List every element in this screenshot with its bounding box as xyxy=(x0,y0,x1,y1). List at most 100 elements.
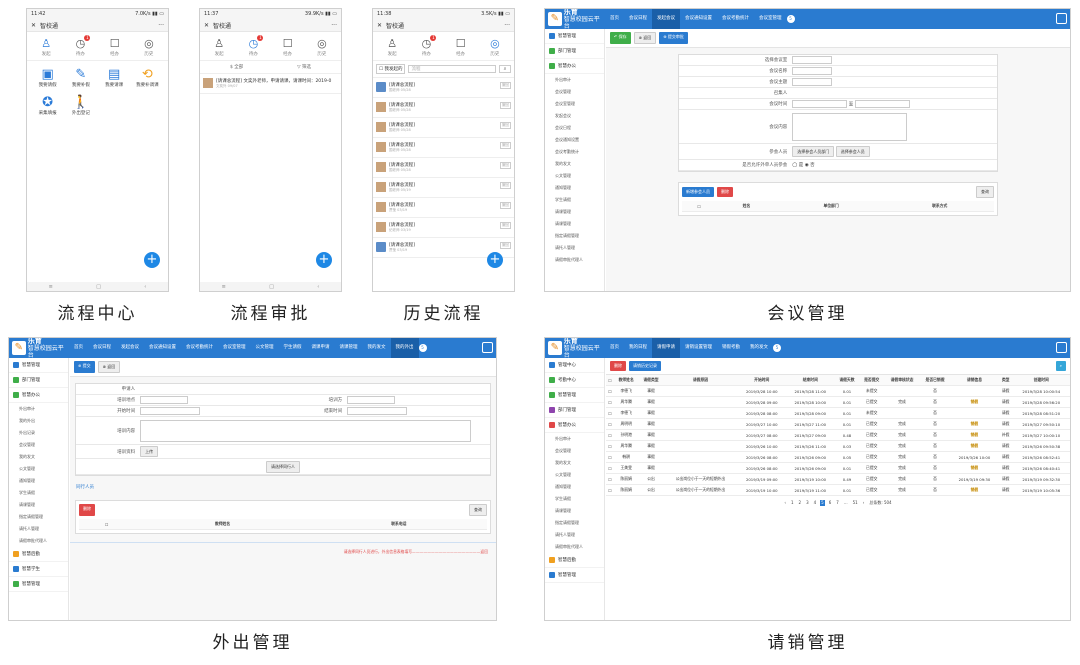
row-checkbox[interactable]: ☐ xyxy=(606,473,614,485)
history-item[interactable]: [请课总流程] 国老师 05/19 撤回 xyxy=(373,178,514,198)
page-item[interactable]: 3 xyxy=(805,500,810,506)
menu-icon[interactable] xyxy=(1056,342,1067,353)
nav-item[interactable]: 会议通知设置 xyxy=(144,338,181,358)
close-icon[interactable]: ✕ xyxy=(204,22,209,29)
sidebar-item[interactable]: 通知管理 xyxy=(9,475,68,487)
nav-item[interactable]: 会议通知设置 xyxy=(680,9,717,29)
place-input[interactable] xyxy=(140,396,189,404)
sidebar-item[interactable]: 智慧学生 xyxy=(9,562,68,577)
column-header[interactable]: 创建时间 xyxy=(1012,375,1070,386)
app-outing[interactable]: 🚶 外出登记 xyxy=(64,95,97,116)
withdraw-button[interactable]: 撤回 xyxy=(500,142,511,149)
page-item[interactable]: ‹ xyxy=(783,500,787,506)
column-header[interactable]: 请假天数 xyxy=(834,375,860,386)
search-icon[interactable]: ⌕ xyxy=(1055,361,1066,371)
page-item[interactable]: 2 xyxy=(798,500,803,506)
sidebar-item[interactable]: 智慧管理 xyxy=(9,358,68,373)
menu-icon[interactable]: ≡ xyxy=(49,284,53,290)
sidebar-item[interactable]: 智慧办公 xyxy=(545,59,604,74)
column-header[interactable]: 结束时间 xyxy=(786,375,835,386)
sidebar-item[interactable]: 指定请假管理 xyxy=(545,517,604,529)
menu-icon[interactable] xyxy=(482,342,493,353)
notification-badge[interactable]: 5 xyxy=(773,344,781,352)
sidebar-item[interactable]: 学生请假 xyxy=(9,487,68,499)
start-time-input[interactable] xyxy=(792,100,848,108)
menu-icon[interactable] xyxy=(1056,13,1067,24)
sidebar-item[interactable]: 智慧办公 xyxy=(9,388,68,403)
table-row[interactable]: ☐ 韩耕 事假 2019/3/26 08:00 2019/3/26 09:00 0.05 已… xyxy=(606,451,1070,463)
more-icon[interactable]: ··· xyxy=(331,22,337,29)
content-textarea[interactable] xyxy=(140,419,471,442)
tab-fellow[interactable]: 同行人员 xyxy=(70,482,496,492)
row-checkbox[interactable]: ☐ xyxy=(606,451,614,463)
back-button[interactable]: ⊗ 返回 xyxy=(97,361,121,373)
select-all-checkbox[interactable]: ☐ xyxy=(606,375,614,386)
approval-item[interactable]: [请课总流程] 文奕外老师，申请请课，请课时间：2019-0 文奕外 09/07 xyxy=(200,74,341,94)
sidebar-item[interactable]: 会议日程 xyxy=(545,122,604,134)
sidebar-item[interactable]: 我的发文 xyxy=(545,457,604,469)
table-row[interactable]: ☐ 周明明 事假 2019/3/27 10:00 2019/3/27 11:00 0.01… xyxy=(606,418,1070,430)
table-row[interactable]: ☐ 李德飞 事假 2019/3/28 10:00 2019/3/28 11:00 0.01… xyxy=(606,385,1070,397)
trainer-input[interactable] xyxy=(347,396,396,404)
page-item[interactable]: 6 xyxy=(828,500,833,506)
radio-no[interactable]: ◉ 否 xyxy=(805,163,815,168)
clear-history-button[interactable]: 请销历史记录 xyxy=(629,361,661,371)
page-item[interactable]: 51 xyxy=(852,500,859,506)
nav-item[interactable]: 会议考勤统计 xyxy=(181,338,218,358)
history-item[interactable]: [请课总流程] 国老师 05/28 撤回 xyxy=(373,138,514,158)
history-item[interactable]: [请课总流程] 国老师 05/28 撤回 xyxy=(373,98,514,118)
radio-yes[interactable]: ◯ 是 xyxy=(792,163,803,168)
history-item[interactable]: [请课总流程] 国老师 05/28 撤回 xyxy=(373,158,514,178)
tab-history[interactable]: ◎ 历史 xyxy=(142,37,156,57)
sidebar-item[interactable]: 会议室管理 xyxy=(545,98,604,110)
app-leave[interactable]: ▣ 我要请假 xyxy=(31,67,64,88)
sidebar-item[interactable]: 部门管理 xyxy=(545,44,604,59)
tab-todo[interactable]: ◷ 1 待办 xyxy=(246,35,264,57)
nav-item[interactable]: 会议日程 xyxy=(624,9,652,29)
more-icon[interactable]: ··· xyxy=(504,22,510,29)
table-row[interactable]: ☐ 陈丽娟 公出 公出岗位小于一天的短期外出 2019/3/19 09:00 2019/3… xyxy=(606,473,1070,485)
sidebar-item[interactable]: 学生请假 xyxy=(545,493,604,505)
sidebar-item[interactable]: 通知管理 xyxy=(545,182,604,194)
sidebar-item[interactable]: 请课管理 xyxy=(9,499,68,511)
withdraw-button[interactable]: 撤回 xyxy=(500,242,511,249)
back-button[interactable]: ⊗ 返回 xyxy=(633,32,657,44)
column-header[interactable]: 教师姓名 xyxy=(613,375,639,386)
more-icon[interactable]: ··· xyxy=(158,22,164,29)
row-checkbox[interactable]: ☐ xyxy=(606,484,614,496)
column-header[interactable]: 教师姓名 xyxy=(134,519,311,530)
select-all-checkbox[interactable]: ☐ xyxy=(79,519,135,530)
notification-badge[interactable]: 5 xyxy=(786,15,795,23)
pick-dept-button[interactable]: 选择参会人员部门 xyxy=(792,145,835,157)
nav-item[interactable]: 调课申请 xyxy=(307,338,335,358)
nav-item[interactable]: 我的日程 xyxy=(624,338,652,358)
nav-item[interactable]: 我的外出 xyxy=(390,338,419,358)
save-button[interactable]: ↶ 保存 xyxy=(610,32,631,44)
column-header[interactable]: 请销信息 xyxy=(950,375,999,386)
search-button[interactable]: 查询 xyxy=(469,504,487,516)
sidebar-item[interactable]: 部门管理 xyxy=(545,403,604,418)
row-checkbox[interactable]: ☐ xyxy=(606,396,614,408)
tab-todo[interactable]: ◷ 1 待办 xyxy=(73,35,91,57)
delete-button[interactable]: 删除 xyxy=(717,187,733,197)
column-header[interactable]: 联系电话 xyxy=(310,519,487,530)
add-participant-button[interactable]: 新增参会人员 xyxy=(682,187,714,197)
select-all-checkbox[interactable]: ☐ xyxy=(682,201,717,212)
page-item[interactable]: 7 xyxy=(835,500,840,506)
column-header[interactable]: 请假审核状态 xyxy=(884,375,920,386)
brand-logo[interactable]: ✎ 乐育 智慧校园云平台 xyxy=(545,338,605,359)
sidebar-item[interactable]: 考勤中心 xyxy=(545,373,604,388)
nav-item[interactable]: 会议考勤统计 xyxy=(717,9,754,29)
table-row[interactable]: ☐ 王美雯 事假 2019/3/26 08:00 2019/3/26 09:00 0.01… xyxy=(606,462,1070,474)
withdraw-button[interactable]: 撤回 xyxy=(500,102,511,109)
end-time-input[interactable] xyxy=(347,407,408,415)
close-icon[interactable]: ✕ xyxy=(31,22,36,29)
nav-item[interactable]: 发起会议 xyxy=(116,338,144,358)
row-checkbox[interactable]: ☐ xyxy=(606,385,614,397)
brand-logo[interactable]: ✎ 乐育 智慧校园云平台 xyxy=(9,338,69,359)
tab-handled[interactable]: ☐ 经办 xyxy=(108,37,122,57)
sidebar-item[interactable]: 请假审批代理人 xyxy=(9,535,68,547)
submit-button[interactable]: ⊕ 提交 xyxy=(74,361,95,373)
sidebar-item[interactable]: 公文管理 xyxy=(545,170,604,182)
table-row[interactable]: ☐ 陈丽娟 公出 公出岗位小于一天的短期外出 2019/3/19 10:00 2019/3… xyxy=(606,484,1070,496)
